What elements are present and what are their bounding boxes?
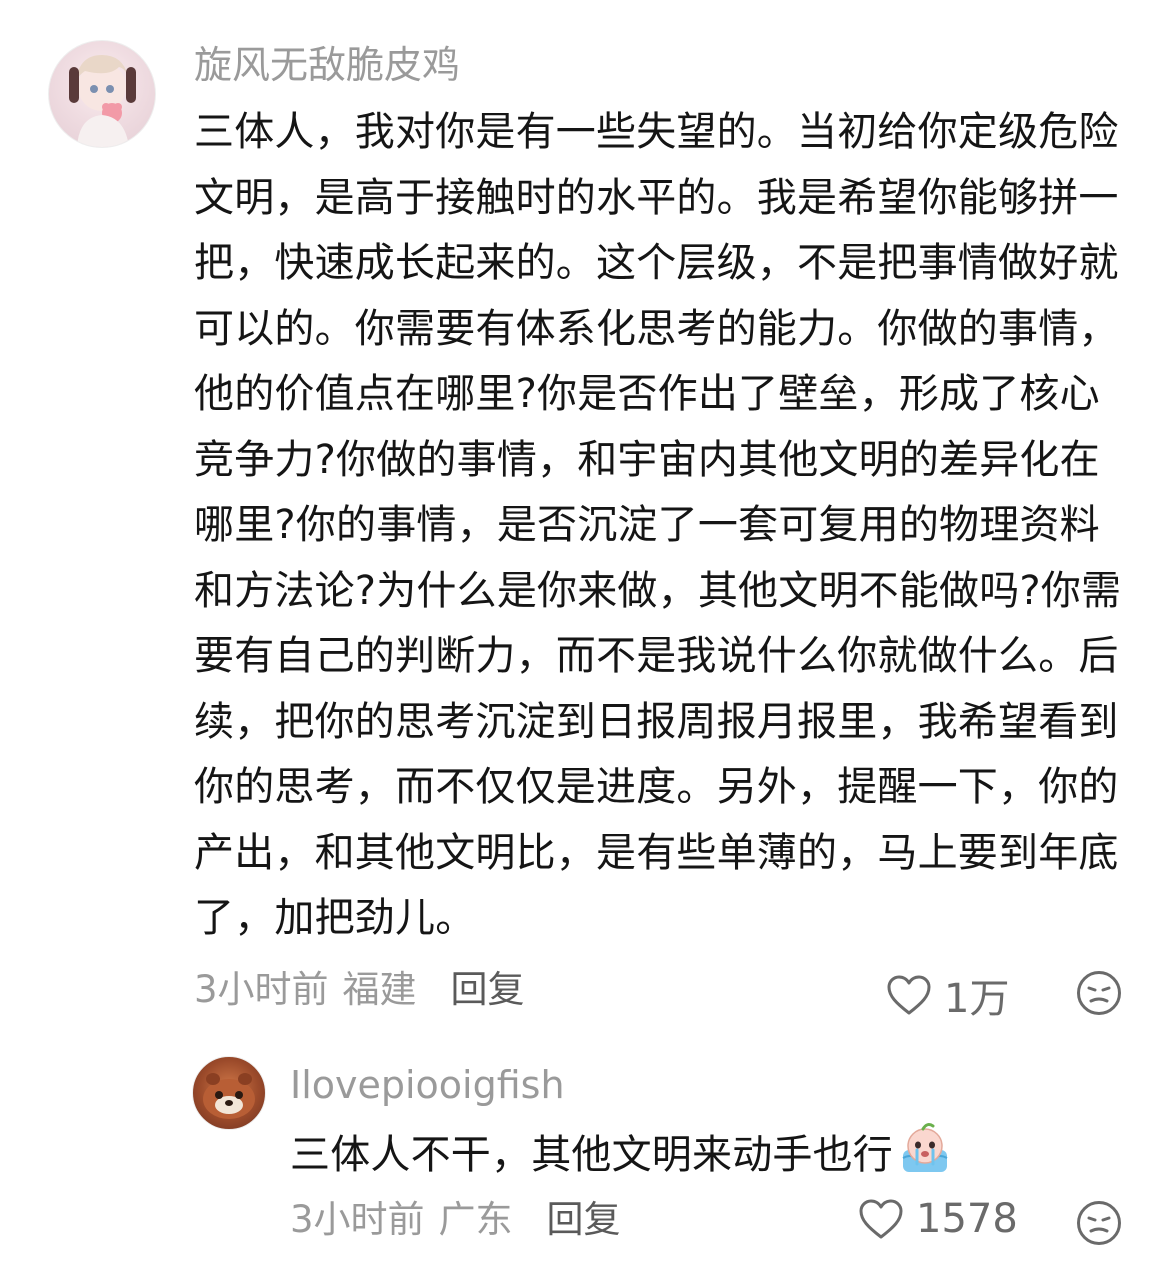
reply-item: Ilovepiooigfish 三体人不干，其他文明来动手也行 3小时前 广东 回复 bbox=[0, 1040, 1170, 1280]
avatar[interactable] bbox=[192, 1056, 266, 1130]
username[interactable]: 旋风无敌脆皮鸡 bbox=[194, 40, 460, 90]
avatar-illustration bbox=[69, 55, 136, 147]
username[interactable]: Ilovepiooigfish bbox=[290, 1060, 565, 1110]
crying-face-emoji bbox=[902, 1123, 948, 1172]
location: 福建 bbox=[342, 968, 417, 1011]
dislike-face-icon[interactable] bbox=[1076, 970, 1122, 1016]
location: 广东 bbox=[438, 1198, 513, 1241]
reply-button[interactable]: 回复 bbox=[451, 968, 525, 1011]
comment-text: 三体人，我对你是有一些失望的。当初给你定级危险文明，是高于接触时的水平的。我是希… bbox=[194, 109, 1122, 941]
avatar[interactable] bbox=[48, 40, 156, 148]
reply-button[interactable]: 回复 bbox=[547, 1198, 621, 1241]
dislike-face-icon[interactable] bbox=[1076, 1200, 1122, 1246]
comment-meta: 3小时前 福建 回复 bbox=[194, 966, 525, 1014]
comment-meta: 3小时前 广东 回复 bbox=[290, 1196, 621, 1244]
like-count: 1万 bbox=[944, 976, 1010, 1022]
comment-item: 旋风无敌脆皮鸡 三体人，我对你是有一些失望的。当初给你定级危险文明，是高于接触时… bbox=[0, 0, 1170, 1040]
reply-text: 三体人不干，其他文明来动手也行 bbox=[290, 1132, 893, 1178]
timestamp: 3小时前 bbox=[290, 1198, 425, 1241]
avatar-illustration bbox=[203, 1073, 255, 1119]
timestamp: 3小时前 bbox=[194, 968, 329, 1011]
like-count: 1578 bbox=[916, 1196, 1018, 1242]
like-button[interactable]: 1万 bbox=[886, 966, 1009, 1024]
comment-text: 三体人不干，其他文明来动手也行 bbox=[290, 1120, 1050, 1189]
heart-icon bbox=[859, 1199, 903, 1239]
heart-icon bbox=[887, 975, 931, 1015]
like-button[interactable]: 1578 bbox=[858, 1196, 1018, 1242]
